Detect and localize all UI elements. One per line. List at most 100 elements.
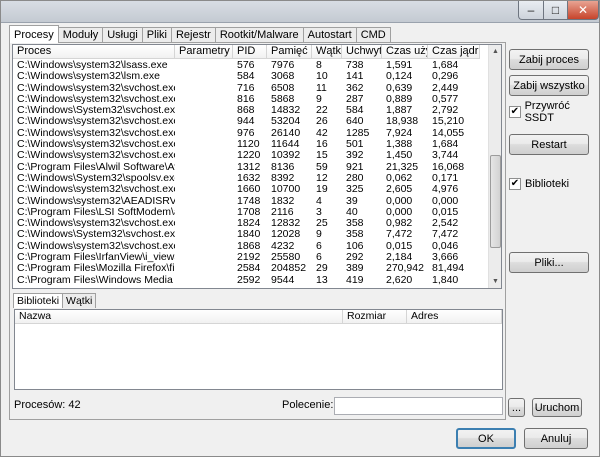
table-cell: 419 <box>346 274 364 286</box>
table-cell: 12 <box>316 172 328 184</box>
subtab-w-tki[interactable]: Wątki <box>62 293 97 308</box>
table-cell: C:\Windows\system32\svchost.exe <box>17 82 175 94</box>
subtab-biblioteki[interactable]: Biblioteki <box>13 293 64 308</box>
table-row[interactable]: C:\Windows\system32\svchost.exe 944 53204 2… <box>13 116 480 127</box>
table-cell <box>175 229 233 240</box>
process-list-header: ProcesParametryPIDPamięćWątkiUchwytyCzas… <box>13 45 480 59</box>
table-cell: 0,639 <box>386 82 413 94</box>
table-cell: 0,015 <box>386 240 413 252</box>
table-cell: 1840 <box>237 229 261 241</box>
table-row[interactable]: C:\Program Files\IrfanView\i_view32.exe 2… <box>13 252 480 263</box>
column-header[interactable]: Rozmiar <box>343 310 407 324</box>
table-cell: 1285 <box>346 127 370 139</box>
tab-modu-y[interactable]: Moduły <box>57 27 104 43</box>
run-button[interactable]: Uruchom <box>532 398 582 417</box>
table-row[interactable]: C:\Windows\System32\svchost.exe 868 14832 2… <box>13 105 480 116</box>
table-cell: 26 <box>316 116 328 128</box>
process-list[interactable]: ProcesParametryPIDPamięćWątkiUchwytyCzas… <box>12 44 502 289</box>
libraries-checkbox[interactable]: ✔ Biblioteki <box>509 178 569 190</box>
table-row[interactable]: C:\Windows\system32\svchost.exe 1660 10700… <box>13 184 480 195</box>
minimize-button[interactable]: – <box>518 1 544 20</box>
process-list-scrollbar[interactable]: ▲ ▼ <box>488 45 501 288</box>
table-cell: 0,046 <box>432 240 459 252</box>
column-header[interactable]: Wątki <box>312 45 342 59</box>
command-input[interactable] <box>334 397 503 415</box>
table-cell <box>175 150 233 161</box>
table-cell: C:\Program Files\IrfanView\i_view32.exe <box>17 252 175 264</box>
table-cell: 204852 <box>271 263 307 275</box>
column-header[interactable]: Czas użyt. <box>382 45 428 59</box>
table-cell <box>175 162 233 173</box>
maximize-button[interactable]: □ <box>543 1 568 20</box>
table-cell: 2592 <box>237 274 261 286</box>
table-cell: 9 <box>316 229 322 241</box>
table-cell: 389 <box>346 263 364 275</box>
table-row[interactable]: C:\Windows\System32\svchost.exe 1840 12028… <box>13 229 480 240</box>
table-row[interactable]: C:\Windows\system32\svchost.exe 1868 4232 6… <box>13 241 480 252</box>
column-header[interactable]: Nazwa <box>15 310 343 324</box>
table-row[interactable]: C:\Windows\system32\svchost.exe 1220 10392… <box>13 150 480 161</box>
table-row[interactable]: C:\Windows\system32\lsm.exe 584 3068 10 141 0… <box>13 71 480 82</box>
column-header[interactable]: Adres <box>407 310 502 324</box>
table-cell: 1,388 <box>386 139 413 151</box>
column-header[interactable]: Czas jądra <box>428 45 480 59</box>
restore-ssdt-checkbox[interactable]: ✔ Przywróć SSDT <box>509 100 599 124</box>
tab-cmd[interactable]: CMD <box>355 27 391 43</box>
table-row[interactable]: C:\Windows\system32\svchost.exe 716 6508 11… <box>13 83 480 94</box>
table-row[interactable]: C:\Windows\system32\svchost.exe 976 26140 4… <box>13 128 480 139</box>
tab-procesy[interactable]: Procesy <box>9 25 59 43</box>
table-cell: 6 <box>316 252 322 264</box>
table-row[interactable]: C:\Windows\system32\svchost.exe 816 5868 9 2… <box>13 94 480 105</box>
scroll-down-icon[interactable]: ▼ <box>489 275 501 288</box>
table-row[interactable]: C:\Windows\system32\AEADISRV.EXE 1748 1832… <box>13 196 480 207</box>
table-cell: 2584 <box>237 263 261 275</box>
checkbox-checked-icon: ✔ <box>509 106 521 118</box>
tab-rejestr[interactable]: Rejestr <box>170 27 216 43</box>
table-cell: 325 <box>346 184 364 196</box>
close-button[interactable]: ✕ <box>567 1 599 20</box>
browse-button[interactable]: ... <box>508 398 525 417</box>
table-row[interactable]: C:\Windows\System32\spoolsv.exe 1632 8392 1… <box>13 173 480 184</box>
tab-us-ugi[interactable]: Usługi <box>102 27 143 43</box>
table-cell: 6 <box>316 240 322 252</box>
ok-button[interactable]: OK <box>456 428 516 449</box>
column-header[interactable]: PID <box>233 45 267 59</box>
table-cell: 1824 <box>237 218 261 230</box>
files-button[interactable]: Pliki... <box>509 252 589 273</box>
table-cell: 2,449 <box>432 82 459 94</box>
table-row[interactable]: C:\Program Files\LSI SoftModem\agrs... 17… <box>13 207 480 218</box>
table-cell: 362 <box>346 82 364 94</box>
table-row[interactable]: C:\Windows\system32\svchost.exe 1120 11644… <box>13 139 480 150</box>
table-cell: 1220 <box>237 150 261 162</box>
column-header[interactable]: Pamięć <box>267 45 312 59</box>
table-cell: 0,171 <box>432 172 459 184</box>
table-row[interactable]: C:\Windows\system32\lsass.exe 576 7976 8 738… <box>13 60 480 71</box>
column-header[interactable]: Parametry <box>175 45 233 59</box>
libraries-list[interactable]: Nazwa Rozmiar Adres <box>14 309 503 390</box>
scrollbar-thumb[interactable] <box>490 155 501 248</box>
column-header[interactable]: Uchwyty <box>342 45 382 59</box>
tab-rootkit-malware[interactable]: Rootkit/Malware <box>214 27 304 43</box>
table-cell: 42 <box>316 127 328 139</box>
tab-pliki[interactable]: Pliki <box>141 27 172 43</box>
table-cell: C:\Program Files\Mozilla Firefox\firefox… <box>17 263 175 275</box>
table-cell: 13 <box>316 274 328 286</box>
scroll-up-icon[interactable]: ▲ <box>489 45 501 58</box>
table-cell: C:\Windows\system32\svchost.exe <box>17 150 175 162</box>
table-row[interactable]: C:\Program Files\Mozilla Firefox\firefox… <box>13 263 480 274</box>
kill-process-button[interactable]: Zabij proces <box>509 49 589 70</box>
cancel-button[interactable]: Anuluj <box>524 428 588 449</box>
tab-autostart[interactable]: Autostart <box>302 27 357 43</box>
table-row[interactable]: C:\Windows\system32\svchost.exe 1824 12832… <box>13 218 480 229</box>
column-header[interactable]: Proces <box>13 45 175 59</box>
table-cell: 39 <box>346 195 358 207</box>
table-cell: C:\Windows\system32\AEADISRV.EXE <box>17 195 175 207</box>
table-cell: 292 <box>346 252 364 264</box>
restart-button[interactable]: Restart <box>509 134 589 155</box>
table-cell: 0,889 <box>386 93 413 105</box>
detail-tab-strip: Biblioteki Wątki <box>13 293 97 308</box>
table-row[interactable]: C:\Program Files\Windows Media Play... 25… <box>13 275 480 286</box>
kill-all-button[interactable]: Zabij wszystko <box>509 75 589 96</box>
table-cell: 11644 <box>271 139 300 151</box>
table-row[interactable]: C:\Program Files\Alwil Software\Avast...… <box>13 162 480 173</box>
